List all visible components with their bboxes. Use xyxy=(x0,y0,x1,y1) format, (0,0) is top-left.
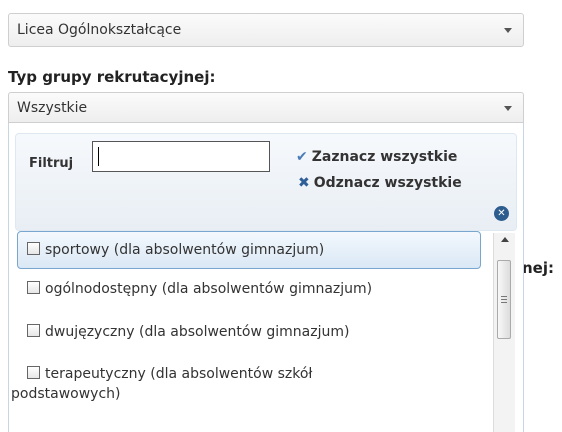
option-label: sportowy (dla absolwentów gimnazjum) xyxy=(45,242,325,258)
school-type-value: Licea Ogólnokształcące xyxy=(17,22,182,38)
vertical-scrollbar[interactable] xyxy=(493,233,515,432)
filter-label: Filtruj xyxy=(29,156,74,171)
scroll-up-arrow-icon[interactable] xyxy=(501,237,509,242)
list-item[interactable]: terapeutyczny (dla absolwentów szkół pod… xyxy=(11,364,481,404)
school-type-select[interactable]: Licea Ogólnokształcące xyxy=(8,13,524,47)
option-label-line1: terapeutyczny (dla absolwentów szkół xyxy=(45,366,313,382)
options-list: sportowy (dla absolwentów gimnazjum) ogó… xyxy=(11,231,482,432)
option-label-line2: podstawowych) xyxy=(11,386,121,402)
option-label: ogólnodostępny (dla absolwentów gimnazju… xyxy=(45,281,373,297)
grip-icon xyxy=(501,296,507,303)
group-type-value: Wszystkie xyxy=(17,99,88,116)
option-label: dwujęzyczny (dla absolwentów gimnazjum) xyxy=(45,324,350,340)
deselect-all-label: Odznacz wszystkie xyxy=(313,175,462,191)
filter-input[interactable] xyxy=(92,141,270,172)
checkbox[interactable] xyxy=(27,242,40,255)
checkbox[interactable] xyxy=(27,324,40,337)
group-type-label: Typ grupy rekrutacyjnej: xyxy=(8,68,216,86)
select-all-link[interactable]: ✔ Zaznacz wszystkie xyxy=(296,149,457,165)
checkbox[interactable] xyxy=(27,366,40,379)
multiselect-dropdown: Filtruj ✔ Zaznacz wszystkie ✖ Odznacz wszy… xyxy=(8,123,524,432)
checkbox[interactable] xyxy=(27,281,40,294)
chevron-down-icon xyxy=(504,105,512,111)
page: Licea Ogólnokształcące Typ grupy rekruta… xyxy=(0,0,562,432)
obscured-label-fragment: nej: xyxy=(522,259,554,277)
select-all-label: Zaznacz wszystkie xyxy=(311,149,458,165)
list-item[interactable]: sportowy (dla absolwentów gimnazjum) xyxy=(17,231,481,269)
scrollbar-thumb[interactable] xyxy=(497,260,511,339)
chevron-down-icon xyxy=(504,28,512,33)
group-type-select[interactable]: Wszystkie xyxy=(8,92,524,123)
x-icon: ✖ xyxy=(298,175,310,191)
text-cursor xyxy=(98,147,99,166)
list-item[interactable]: dwujęzyczny (dla absolwentów gimnazjum) xyxy=(17,322,481,342)
list-item[interactable]: ogólnodostępny (dla absolwentów gimnazju… xyxy=(17,279,481,299)
deselect-all-link[interactable]: ✖ Odznacz wszystkie xyxy=(298,175,462,191)
filter-header: Filtruj ✔ Zaznacz wszystkie ✖ Odznacz wszy… xyxy=(15,133,517,231)
check-icon: ✔ xyxy=(296,149,308,165)
close-circle-icon[interactable]: ✕ xyxy=(494,206,509,221)
